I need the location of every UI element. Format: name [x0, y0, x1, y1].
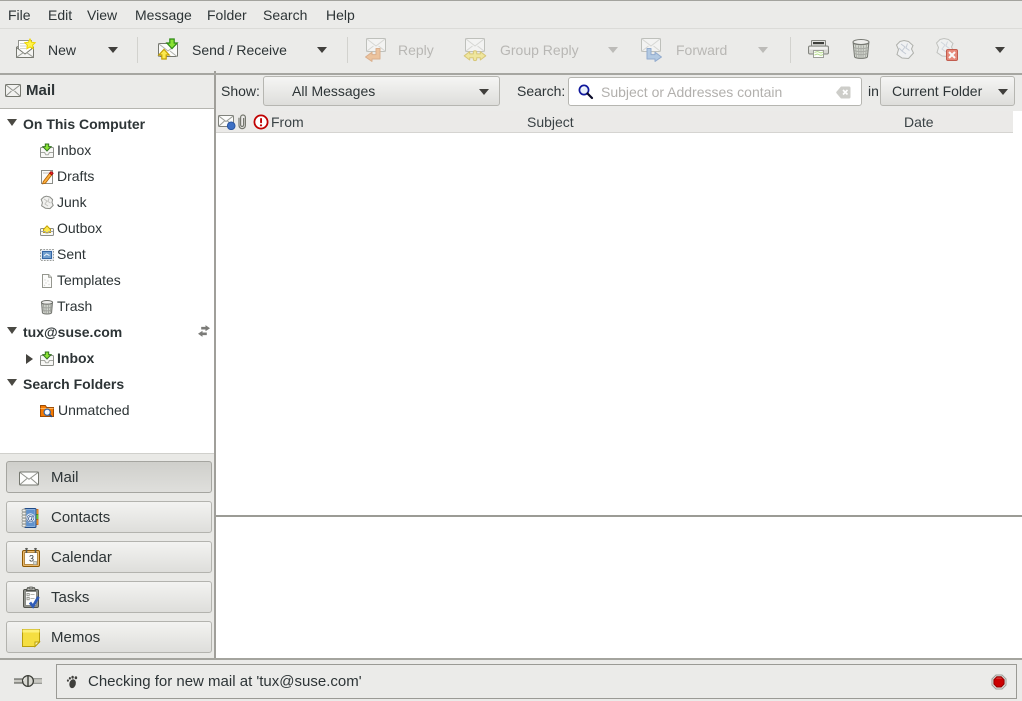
svg-text:@: @ — [26, 513, 35, 523]
